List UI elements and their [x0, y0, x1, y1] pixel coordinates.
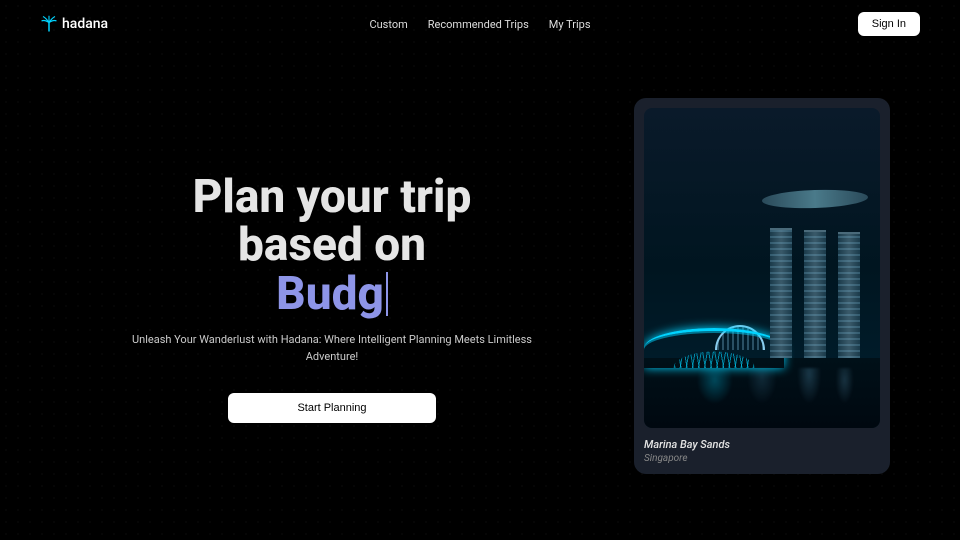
sign-in-button[interactable]: Sign In	[858, 12, 920, 36]
nav-links: Custom Recommended Trips My Trips	[369, 18, 590, 31]
nav-link-recommended[interactable]: Recommended Trips	[428, 18, 529, 31]
palm-icon	[40, 15, 58, 33]
hero-subtitle: Unleash Your Wanderlust with Hadana: Whe…	[122, 332, 542, 365]
destination-title: Marina Bay Sands	[644, 438, 880, 451]
destination-image	[644, 108, 880, 428]
logo-text: hadana	[62, 16, 108, 32]
destination-card[interactable]: Marina Bay Sands Singapore	[634, 98, 890, 474]
hero-left: Plan your trip based on Budg Unleash You…	[70, 108, 594, 423]
nav-link-custom[interactable]: Custom	[369, 18, 407, 31]
start-planning-button[interactable]: Start Planning	[228, 393, 436, 423]
destination-location: Singapore	[644, 453, 880, 464]
logo[interactable]: hadana	[40, 15, 108, 33]
typing-cursor-icon	[386, 272, 388, 316]
hero-title-dynamic: Budg	[276, 270, 384, 318]
hero-section: Plan your trip based on Budg Unleash You…	[0, 48, 960, 474]
top-nav: hadana Custom Recommended Trips My Trips…	[0, 0, 960, 48]
nav-link-mytrips[interactable]: My Trips	[549, 18, 591, 31]
hero-title-line2: based on	[238, 218, 426, 272]
hero-title-line1: Plan your trip	[193, 170, 472, 224]
hero-title: Plan your trip based on Budg	[70, 173, 594, 318]
